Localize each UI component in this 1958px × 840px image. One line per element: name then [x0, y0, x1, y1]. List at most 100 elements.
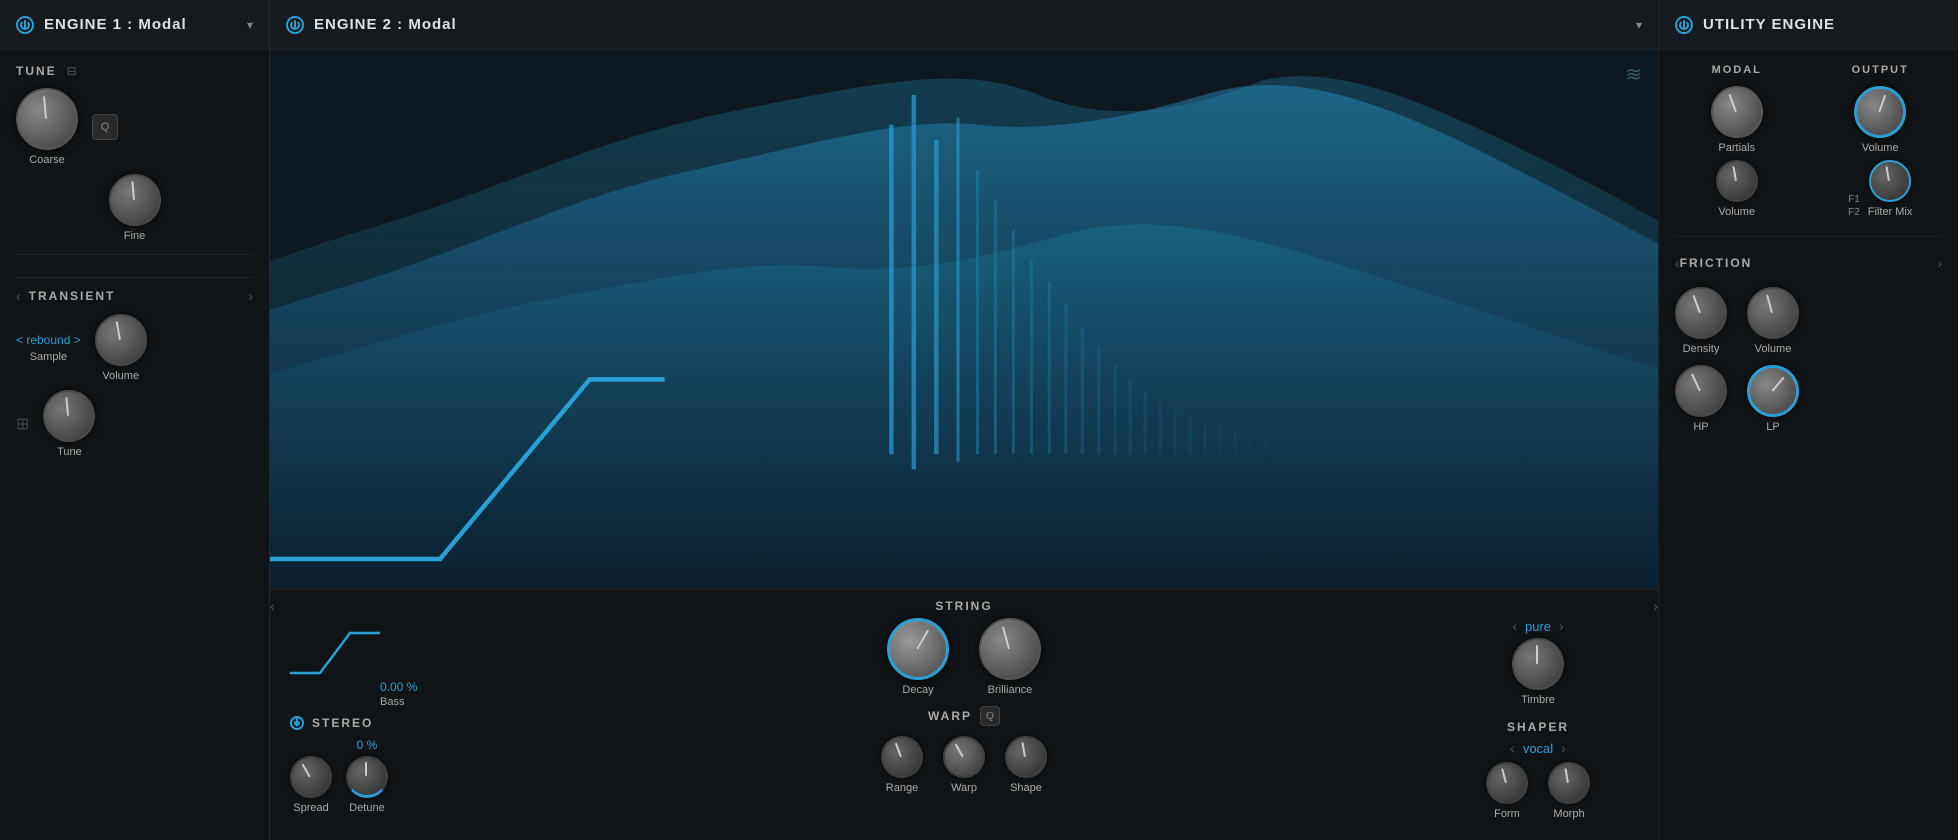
- fine-label: Fine: [124, 230, 145, 242]
- friction-header: ‹ FRICTION ›: [1675, 255, 1942, 271]
- envelope-preview: [290, 618, 470, 678]
- decay-knob-container: Decay: [887, 618, 949, 696]
- filter-mix-container: Filter Mix: [1868, 160, 1913, 218]
- string-label: STRING: [287, 599, 1642, 613]
- filter-mix-label: Filter Mix: [1868, 206, 1913, 218]
- lp-label: LP: [1766, 421, 1779, 433]
- morph-knob[interactable]: [1548, 762, 1590, 804]
- hp-knob[interactable]: [1675, 365, 1727, 417]
- stereo-row: STEREO: [290, 716, 490, 730]
- q-button[interactable]: Q: [92, 114, 118, 140]
- decay-knob[interactable]: [887, 618, 949, 680]
- transient-volume-label: Volume: [102, 370, 139, 382]
- utility-header: UTILITY ENGINE: [1659, 0, 1958, 50]
- modal-volume-container: Volume: [1716, 160, 1758, 218]
- engine2-dropdown-icon[interactable]: ▾: [1636, 18, 1642, 32]
- engine1-power-button[interactable]: [16, 16, 34, 34]
- modal-volume-knob[interactable]: [1716, 160, 1758, 202]
- tune-knob-container: Tune: [43, 390, 95, 458]
- engine2-title: ENGINE 2 : Modal: [314, 16, 1626, 33]
- utility-engine-panel: UTILITY ENGINE MODAL Partials: [1658, 0, 1958, 840]
- tune-label: TUNE: [16, 64, 57, 78]
- friction-volume-label: Volume: [1755, 343, 1792, 355]
- transient-prev-arrow[interactable]: ‹: [16, 288, 21, 304]
- range-warp-shape-row: Range Warp: [881, 736, 1047, 794]
- utility-power-button[interactable]: [1675, 16, 1693, 34]
- output-volume-knob[interactable]: [1854, 86, 1906, 138]
- tune-section: TUNE ⊟ Coarse Q Fine: [16, 64, 253, 242]
- engine1-panel: ENGINE 1 : Modal ▾ TUNE ⊟ Coarse Q: [0, 0, 270, 840]
- coarse-knob-row: Coarse Q: [16, 88, 253, 166]
- timbre-prev-arrow[interactable]: ‹: [1512, 618, 1517, 634]
- engine1-dropdown-icon[interactable]: ▾: [247, 18, 253, 32]
- form-knob-container: Form: [1486, 762, 1528, 820]
- timbre-label: Timbre: [1521, 694, 1555, 706]
- spread-knob[interactable]: [290, 756, 332, 798]
- decay-label: Decay: [902, 684, 933, 696]
- partials-knob[interactable]: [1711, 86, 1763, 138]
- tune-header: TUNE ⊟: [16, 64, 253, 78]
- shape-knob[interactable]: [1005, 736, 1047, 778]
- warp-q-button[interactable]: Q: [980, 706, 1000, 726]
- scroll-icon: ≋: [1625, 62, 1642, 87]
- utility-title: UTILITY ENGINE: [1703, 16, 1942, 33]
- vocal-prev-arrow[interactable]: ‹: [1510, 740, 1515, 756]
- form-knob[interactable]: [1486, 762, 1528, 804]
- fine-knob[interactable]: [109, 174, 161, 226]
- string-prev-arrow[interactable]: ‹: [270, 598, 275, 614]
- spread-label: Spread: [293, 802, 328, 814]
- modal-label: MODAL: [1712, 64, 1762, 76]
- density-knob[interactable]: [1675, 287, 1727, 339]
- sample-label: Sample: [30, 351, 67, 363]
- coarse-knob[interactable]: [16, 88, 78, 150]
- partials-knob-container: Partials: [1711, 86, 1763, 154]
- timbre-next-arrow[interactable]: ›: [1559, 618, 1564, 634]
- filter-mix-section: F1 F2 Filter Mix: [1848, 160, 1912, 218]
- waveform-display: ≋: [270, 50, 1658, 589]
- spread-knob-container: Spread: [290, 756, 332, 814]
- shape-knob-container: Shape: [1005, 736, 1047, 794]
- brilliance-knob[interactable]: [979, 618, 1041, 680]
- transient-volume-knob[interactable]: [95, 314, 147, 366]
- partials-label: Partials: [1718, 142, 1755, 154]
- friction-next-arrow[interactable]: ›: [1937, 255, 1942, 271]
- engine2-body: ≋ ‹ STRING ›: [270, 50, 1658, 840]
- detune-value: 0 %: [357, 738, 378, 752]
- vocal-next-arrow[interactable]: ›: [1561, 740, 1566, 756]
- modal-output-row: MODAL Partials Volume: [1675, 64, 1942, 218]
- brilliance-knob-container: Brilliance: [979, 618, 1041, 696]
- transient-tune-knob[interactable]: [43, 390, 95, 442]
- morph-label: Morph: [1553, 808, 1584, 820]
- friction-knobs-row2: HP LP: [1675, 365, 1942, 433]
- stereo-label: STEREO: [312, 716, 490, 730]
- friction-volume-knob[interactable]: [1747, 287, 1799, 339]
- engine2-header: ENGINE 2 : Modal ▾: [270, 0, 1658, 50]
- density-label: Density: [1683, 343, 1720, 355]
- engine1-title: ENGINE 1 : Modal: [44, 16, 237, 33]
- shape-label: Shape: [1010, 782, 1042, 794]
- pure-label: pure: [1525, 619, 1551, 634]
- shaper-section: SHAPER ‹ vocal ›: [1486, 720, 1590, 820]
- range-knob[interactable]: [881, 736, 923, 778]
- transient-next-arrow[interactable]: ›: [248, 288, 253, 304]
- string-header: ‹ STRING ›: [270, 590, 1658, 618]
- warp-knob[interactable]: [943, 736, 985, 778]
- detune-knob[interactable]: [346, 756, 388, 798]
- timbre-section: ‹ pure › Timbre: [1512, 618, 1564, 706]
- filter-mix-knob[interactable]: [1869, 160, 1911, 202]
- utility-body: MODAL Partials Volume: [1659, 50, 1958, 447]
- engine2-power-button[interactable]: [286, 16, 304, 34]
- stereo-power-button[interactable]: [290, 716, 304, 730]
- transient-volume-container: Volume: [95, 314, 147, 382]
- pure-selector: ‹ pure ›: [1512, 618, 1563, 634]
- output-volume-container: Volume: [1854, 86, 1906, 154]
- lp-knob[interactable]: [1747, 365, 1799, 417]
- warp-knob-container: Warp: [943, 736, 985, 794]
- coarse-knob-container: Coarse: [16, 88, 78, 166]
- bass-section: 0.00 % Bass: [290, 618, 490, 708]
- modal-col: MODAL Partials Volume: [1675, 64, 1799, 218]
- warp-knob-label: Warp: [951, 782, 977, 794]
- detune-knob-container: 0 % Detune: [346, 738, 388, 814]
- timbre-knob[interactable]: [1512, 638, 1564, 690]
- bass-label: Bass: [380, 696, 404, 708]
